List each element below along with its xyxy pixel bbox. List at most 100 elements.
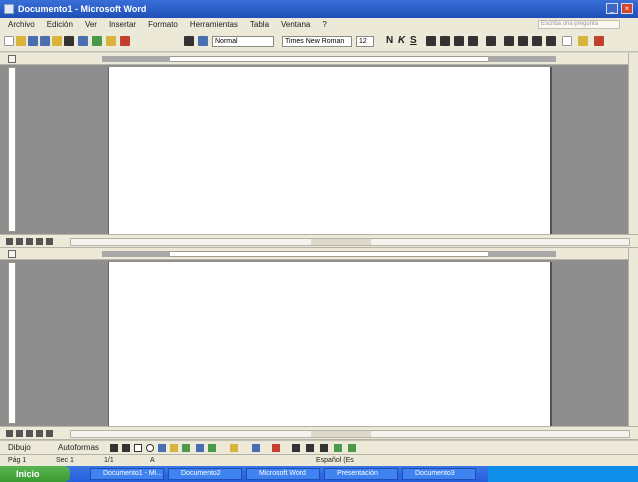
line-icon[interactable] — [110, 444, 118, 452]
fill-color-icon[interactable] — [230, 444, 238, 452]
web-view-icon[interactable] — [16, 238, 23, 245]
menu-ventana[interactable]: Ventana — [281, 20, 310, 29]
taskbar-item-4[interactable]: Presentación — [324, 468, 398, 480]
taskbar-item-2[interactable]: Documento2 — [168, 468, 242, 480]
start-button[interactable]: Inicio — [0, 466, 70, 482]
oval-icon[interactable] — [146, 444, 154, 452]
status-page: Pág 1 — [8, 457, 27, 464]
outline-view-icon-bottom[interactable] — [36, 430, 43, 437]
tab-selector[interactable] — [8, 55, 16, 63]
status-bar: Pág 1 Sec 1 1/1 A Español (Es — [0, 454, 638, 466]
shadow-icon[interactable] — [334, 444, 342, 452]
reading-view-icon-bottom[interactable] — [46, 430, 53, 437]
spelling-icon[interactable] — [92, 36, 102, 46]
title-bar: Documento1 - Microsoft Word _ × — [0, 0, 638, 18]
taskbar-item-1[interactable]: Documento1 - Mi... — [90, 468, 164, 480]
clipart-icon[interactable] — [196, 444, 204, 452]
numbering-icon[interactable] — [504, 36, 514, 46]
scroll-thumb[interactable] — [311, 239, 371, 245]
print-preview-icon[interactable] — [78, 36, 88, 46]
line-spacing-icon[interactable] — [486, 36, 496, 46]
italic-button[interactable]: K — [398, 35, 405, 46]
increase-indent-icon[interactable] — [546, 36, 556, 46]
ruler-right-margin — [488, 56, 556, 62]
minimize-button[interactable]: _ — [606, 3, 618, 14]
tab-selector-bottom[interactable] — [8, 250, 16, 258]
font-color-icon[interactable] — [594, 36, 604, 46]
menu-formato[interactable]: Formato — [148, 20, 178, 29]
autoshapes-menu[interactable]: Autoformas — [58, 443, 99, 452]
decrease-indent-icon[interactable] — [532, 36, 542, 46]
word-app-icon — [4, 4, 14, 14]
permission-icon[interactable] — [40, 36, 50, 46]
table-icon[interactable] — [184, 36, 194, 46]
textbox-icon[interactable] — [158, 444, 166, 452]
ruler-left-margin-bottom — [102, 251, 170, 257]
menu-tabla[interactable]: Tabla — [250, 20, 269, 29]
borders-icon[interactable] — [562, 36, 572, 46]
document-page[interactable] — [108, 67, 552, 234]
highlight-icon[interactable] — [578, 36, 588, 46]
document-pane-bottom — [0, 248, 638, 426]
email-icon[interactable] — [52, 36, 62, 46]
help-question-input[interactable]: Escriba una pregunta — [538, 20, 620, 29]
dash-style-icon[interactable] — [306, 444, 314, 452]
reading-view-icon[interactable] — [46, 238, 53, 245]
menu-ver[interactable]: Ver — [85, 20, 97, 29]
horizontal-ruler — [0, 53, 638, 65]
style-combo[interactable]: Normal — [212, 36, 274, 47]
line-color-icon[interactable] — [252, 444, 260, 452]
bold-button[interactable]: N — [386, 35, 393, 46]
align-right-icon[interactable] — [454, 36, 464, 46]
scroll-thumb-bottom[interactable] — [311, 431, 371, 437]
drawing-toolbar: Dibujo Autoformas — [0, 440, 638, 454]
vertical-scrollbar[interactable] — [628, 53, 638, 234]
print-icon[interactable] — [64, 36, 74, 46]
font-combo[interactable]: Times New Roman — [282, 36, 352, 47]
taskbar-item-3[interactable]: Microsoft Word — [246, 468, 320, 480]
web-view-icon-bottom[interactable] — [16, 430, 23, 437]
normal-view-icon-bottom[interactable] — [6, 430, 13, 437]
save-icon[interactable] — [28, 36, 38, 46]
line-style-icon[interactable] — [292, 444, 300, 452]
align-left-icon[interactable] — [426, 36, 436, 46]
outline-view-icon[interactable] — [36, 238, 43, 245]
cut-icon[interactable] — [106, 36, 116, 46]
menu-herramientas[interactable]: Herramientas — [190, 20, 238, 29]
menu-insertar[interactable]: Insertar — [109, 20, 136, 29]
arrow-icon[interactable] — [122, 444, 130, 452]
toolbar: Normal Times New Roman 12 N K S — [0, 31, 638, 52]
print-layout-icon[interactable] — [26, 238, 33, 245]
taskbar-item-5[interactable]: Documento3 — [402, 468, 476, 480]
menu-archivo[interactable]: Archivo — [8, 20, 35, 29]
align-center-icon[interactable] — [440, 36, 450, 46]
horizontal-scrollbar[interactable] — [70, 238, 630, 246]
print-layout-icon-bottom[interactable] — [26, 430, 33, 437]
close-button[interactable]: × — [621, 3, 633, 14]
document-pane-top — [0, 53, 638, 234]
undo-icon[interactable] — [120, 36, 130, 46]
normal-view-icon[interactable] — [6, 238, 13, 245]
show-hide-icon[interactable] — [198, 36, 208, 46]
new-document-icon[interactable] — [4, 36, 14, 46]
open-folder-icon[interactable] — [16, 36, 26, 46]
draw-menu[interactable]: Dibujo — [8, 443, 31, 452]
bullets-icon[interactable] — [518, 36, 528, 46]
font-color-draw-icon[interactable] — [272, 444, 280, 452]
diagram-icon[interactable] — [182, 444, 190, 452]
menu-edicion[interactable]: Edición — [47, 20, 73, 29]
vertical-ruler — [8, 67, 16, 232]
justify-icon[interactable] — [468, 36, 478, 46]
wordart-icon[interactable] — [170, 444, 178, 452]
document-page-bottom[interactable] — [108, 262, 552, 426]
vertical-scrollbar-bottom[interactable] — [628, 248, 638, 426]
arrow-style-icon[interactable] — [320, 444, 328, 452]
split-bar[interactable] — [0, 234, 638, 248]
rectangle-icon[interactable] — [134, 444, 142, 452]
font-size-combo[interactable]: 12 — [356, 36, 374, 47]
underline-button[interactable]: S — [410, 35, 417, 46]
3d-icon[interactable] — [348, 444, 356, 452]
horizontal-scrollbar-bottom[interactable] — [70, 430, 630, 438]
picture-icon[interactable] — [208, 444, 216, 452]
menu-ayuda[interactable]: ? — [322, 20, 326, 29]
